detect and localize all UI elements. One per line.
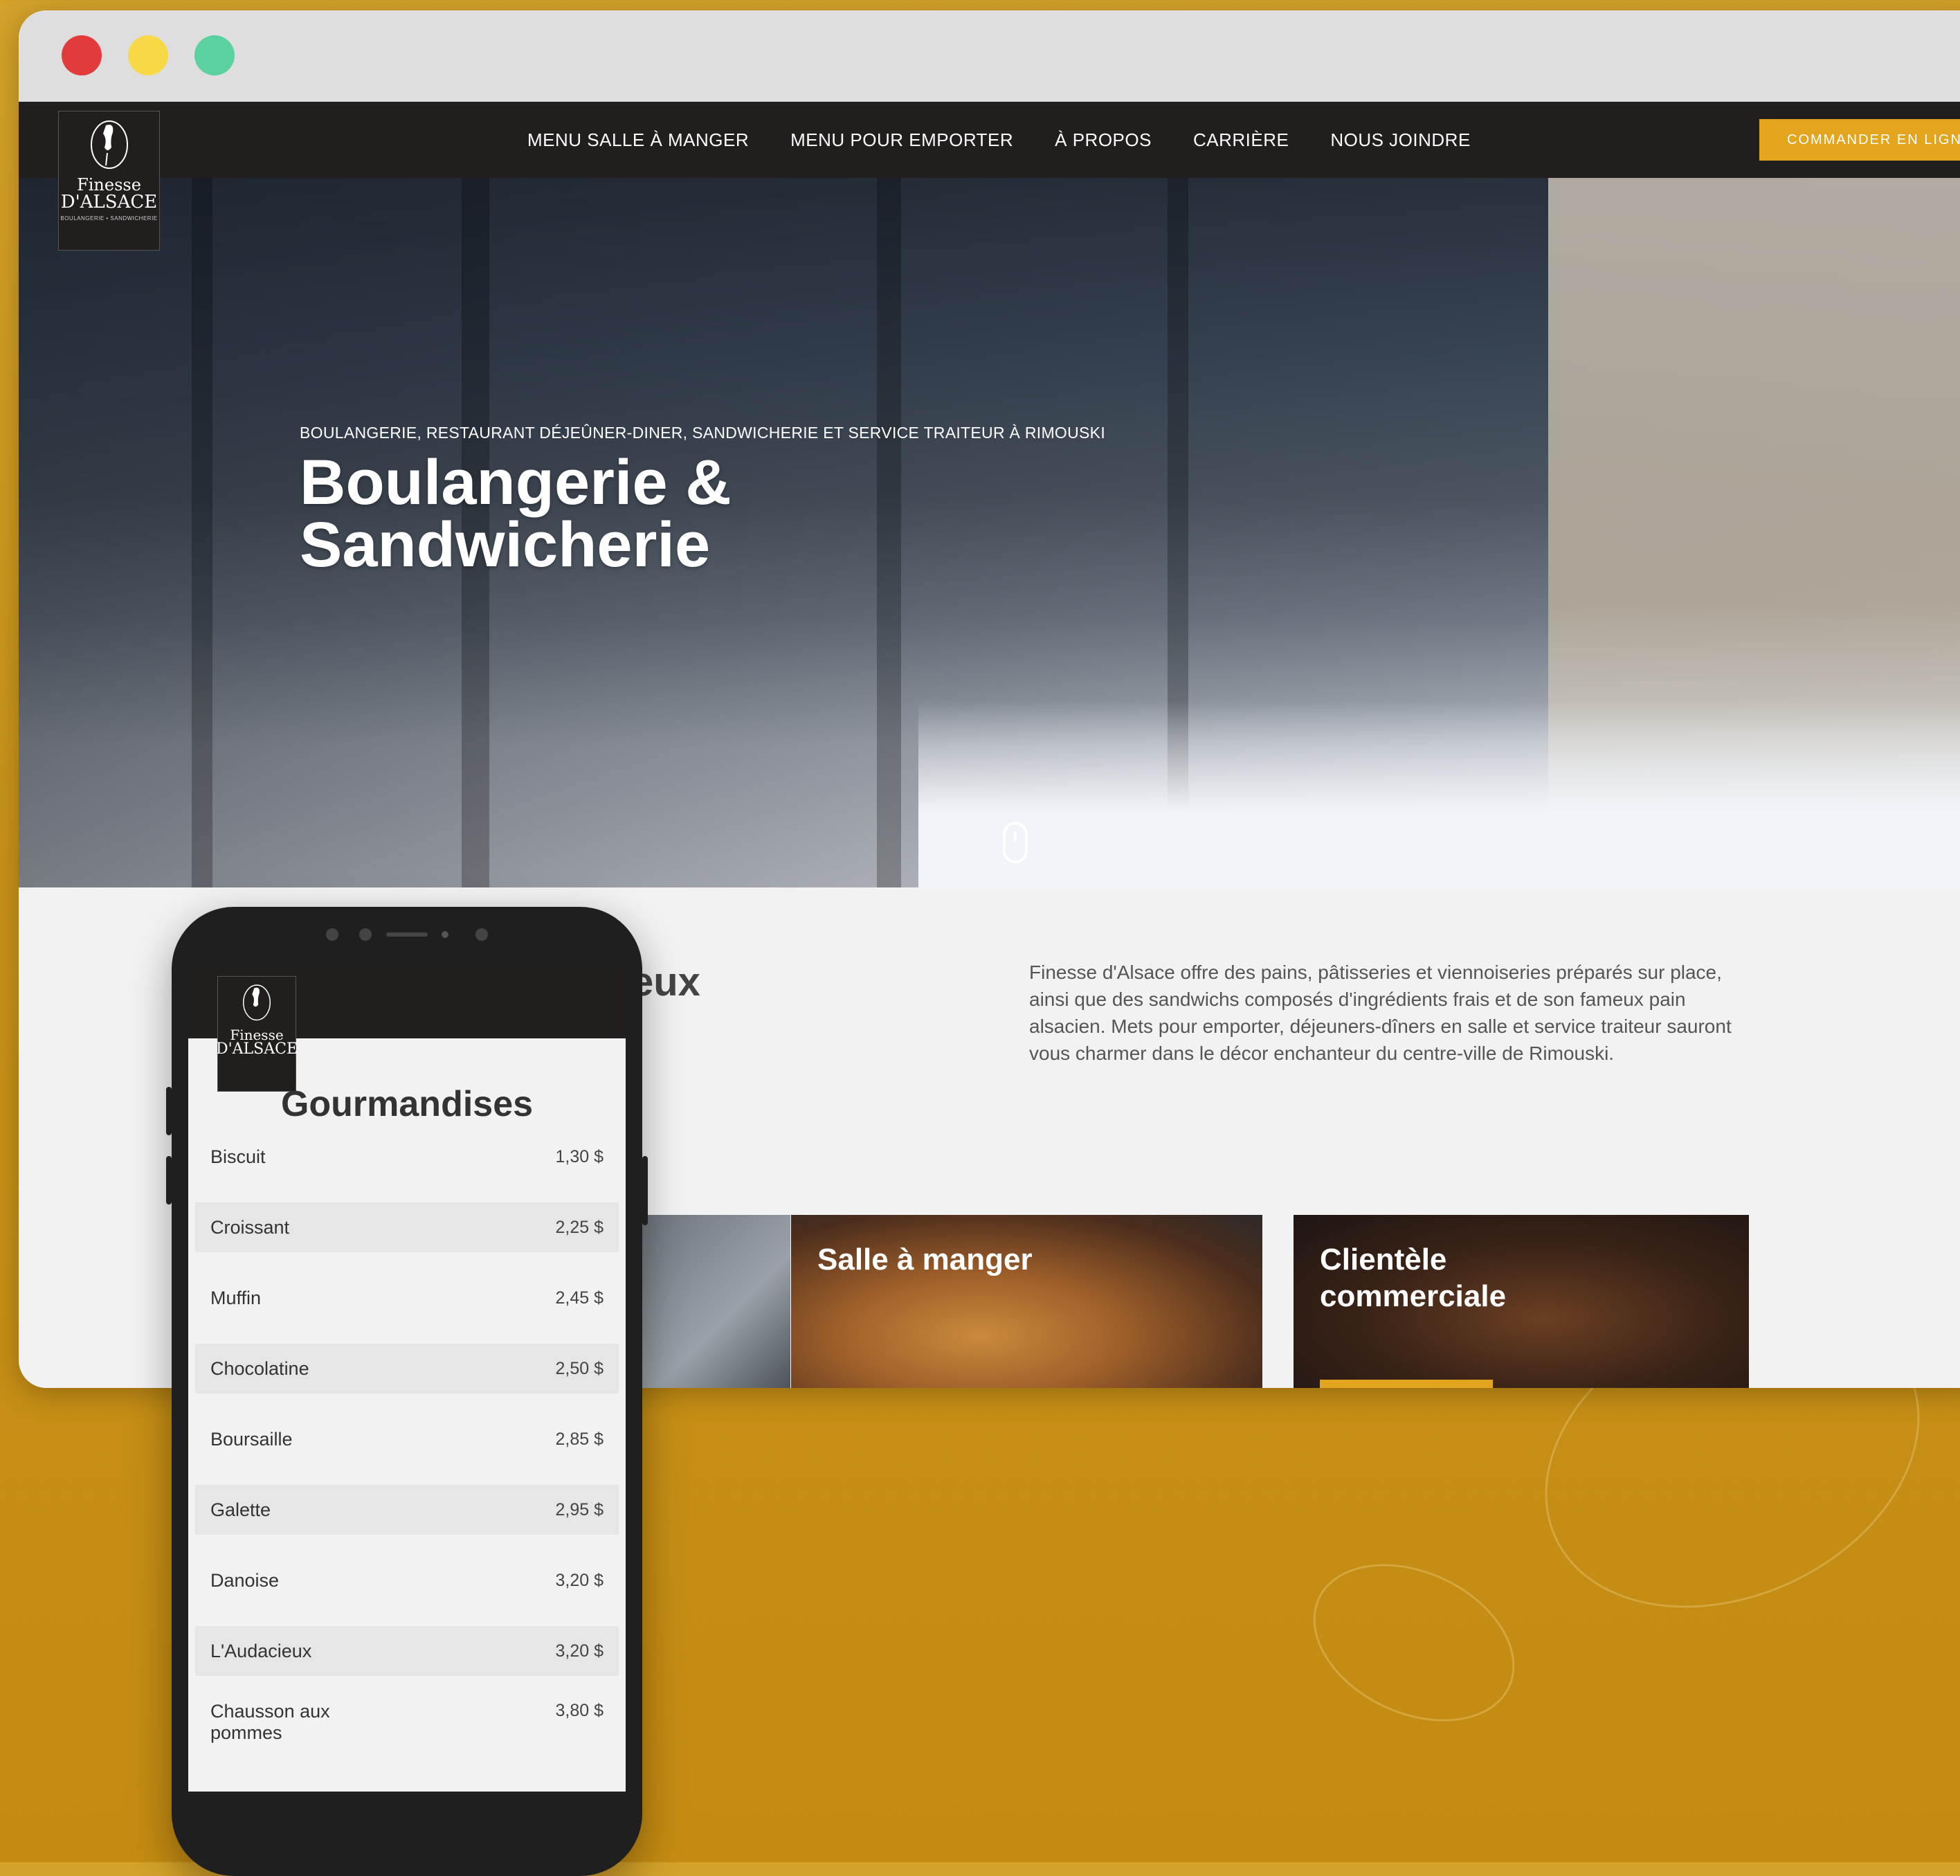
logo-text-alsace: D'ALSACE [60,192,158,213]
hero-banner: BOULANGERIE, RESTAURANT DÉJEÛNER-DINER, … [19,178,1960,887]
menu-item-price: 3,20 $ [555,1570,604,1590]
phone-button [642,1156,648,1225]
card-salle-a-manger[interactable]: Salle à manger [791,1215,1262,1388]
menu-item-croissant[interactable]: Croissant 2,25 $ [195,1202,619,1252]
hero-title-line2: Sandwicherie [300,509,711,580]
menu-item-name: Chocolatine [210,1358,309,1379]
card-button[interactable] [1320,1380,1493,1388]
menu-item-name: Biscuit [210,1146,266,1167]
menu-item-muffin[interactable]: Muffin 2,45 $ [195,1273,619,1323]
menu-item-price: 1,30 $ [555,1146,604,1166]
card-clientele-commerciale[interactable]: Clientèle commerciale [1294,1215,1749,1388]
about-description: Finesse d'Alsace offre des pains, pâtiss… [1029,962,1732,1064]
menu-item-name: Galette [210,1499,271,1520]
menu-item-name: Chausson aux pommes [210,1701,330,1743]
maximize-window-icon[interactable] [194,35,235,75]
menu-item-price: 3,80 $ [555,1701,604,1720]
phone-button [166,1156,172,1205]
stork-icon [90,120,128,169]
logo-text-alsace: D'ALSACE [215,1040,298,1058]
menu-list: Biscuit 1,30 $ Croissant 2,25 $ Muffin 2,45… [195,1132,619,1767]
minimize-window-icon[interactable] [128,35,168,75]
phone-mockup: Finesse D'ALSACE Gourmandises Biscuit 1,3… [166,907,648,1876]
nav-item-a-propos[interactable]: À PROPOS [1055,129,1152,151]
scroll-down-icon[interactable] [1003,822,1028,863]
site-logo[interactable]: Finesse D'ALSACE BOULANGERIE • SANDWICHE… [58,111,160,251]
card-title: Salle à manger [817,1243,1033,1277]
card-title: Clientèle commerciale [1320,1243,1507,1313]
menu-item-price: 2,25 $ [555,1217,604,1237]
stork-icon [242,984,271,1021]
hero-title-line1: Boulangerie & [300,447,732,518]
menu-item-price: 2,50 $ [555,1358,604,1378]
phone-logo[interactable]: Finesse D'ALSACE [215,976,298,1092]
menu-item-price: 3,20 $ [555,1641,604,1661]
nav-item-nous-joindre[interactable]: NOUS JOINDRE [1330,129,1470,151]
menu-item-audacieux[interactable]: L'Audacieux 3,20 $ [195,1626,619,1676]
menu-item-price: 2,85 $ [555,1429,604,1449]
nav-item-menu-salle[interactable]: MENU SALLE À MANGER [527,129,749,151]
browser-titlebar [19,10,1960,102]
hero-title: Boulangerie & Sandwicherie [300,447,732,580]
menu-item-galette[interactable]: Galette 2,95 $ [195,1485,619,1535]
menu-item-name: Danoise [210,1569,280,1591]
phone-screen: Finesse D'ALSACE Gourmandises Biscuit 1,3… [188,969,626,1792]
menu-item-chausson[interactable]: Chausson aux pommes 3,80 $ [195,1697,619,1747]
nav-item-menu-emporter[interactable]: MENU POUR EMPORTER [790,129,1013,151]
nav-links: MENU SALLE À MANGER MENU POUR EMPORTER À… [527,102,1471,178]
logo-text-finesse: Finesse [77,175,141,195]
hero-kicker: BOULANGERIE, RESTAURANT DÉJEÛNER-DINER, … [300,424,1106,442]
hero-snow [918,701,1960,887]
menu-item-biscuit[interactable]: Biscuit 1,30 $ [195,1132,619,1182]
menu-section-title: Gourmandises [280,1084,534,1124]
menu-item-name: Croissant [210,1216,290,1238]
menu-item-price: 2,45 $ [555,1288,604,1308]
logo-tagline: BOULANGERIE • SANDWICHERIE [60,215,158,222]
menu-item-name: L'Audacieux [210,1640,312,1661]
logo-text-finesse: Finesse [230,1027,284,1043]
menu-item-boursaille[interactable]: Boursaille 2,85 $ [195,1414,619,1464]
phone-camera-icon [326,928,488,941]
menu-item-chocolatine[interactable]: Chocolatine 2,50 $ [195,1344,619,1394]
menu-item-name: Muffin [210,1287,262,1308]
menu-item-danoise[interactable]: Danoise 3,20 $ [195,1555,619,1605]
leaf-decoration [1287,1533,1541,1753]
order-online-button[interactable]: COMMANDER EN LIGNE [1759,119,1960,161]
site-navbar: MENU SALLE À MANGER MENU POUR EMPORTER À… [19,102,1960,178]
close-window-icon[interactable] [62,35,102,75]
menu-item-name: Boursaille [210,1428,293,1450]
phone-button [166,1087,172,1135]
nav-item-carriere[interactable]: CARRIÈRE [1193,129,1289,151]
menu-item-price: 2,95 $ [555,1499,604,1519]
card-image[interactable] [628,1215,790,1388]
